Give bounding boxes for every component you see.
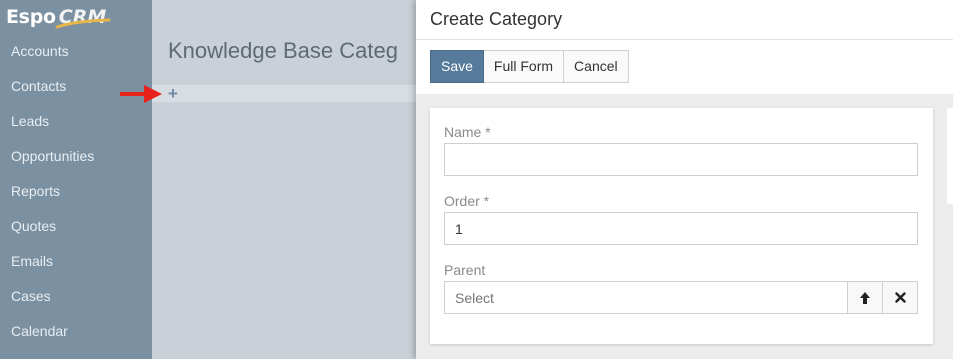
sidebar-item-quotes[interactable]: Quotes [0,209,152,244]
record-panel: Name * Order * Parent [430,108,933,344]
side-panel [947,108,953,204]
parent-select-button[interactable] [847,281,883,314]
order-label: Order * [444,193,490,209]
sidebar-item-accounts[interactable]: Accounts [0,34,152,69]
modal-button-group: Save Full Form Cancel [430,50,629,83]
create-category-modal: Create Category Save Full Form Cancel Na… [416,0,953,359]
sidebar-item-emails[interactable]: Emails [0,244,152,279]
annotation-arrow-icon [120,85,162,103]
sidebar-item-cases[interactable]: Cases [0,279,152,314]
category-toolbar: + [152,85,452,102]
save-button[interactable]: Save [430,50,484,83]
close-icon [894,292,906,303]
modal-title: Create Category [430,9,563,29]
order-field[interactable] [444,212,918,245]
sidebar-nav: Accounts Contacts Leads Opportunities Re… [0,34,152,349]
modal-button-bar: Save Full Form Cancel [416,40,953,94]
modal-header: Create Category [416,0,953,40]
sidebar-item-reports[interactable]: Reports [0,174,152,209]
app-logo[interactable]: Espo CRM [6,4,111,30]
parent-label: Parent [444,262,486,278]
page-title: Knowledge Base Categ [168,38,398,63]
sidebar-item-calendar[interactable]: Calendar [0,314,152,349]
sidebar-item-opportunities[interactable]: Opportunities [0,139,152,174]
plus-icon[interactable]: + [168,85,178,102]
logo-crm-text: CRM [55,6,111,29]
name-label: Name * [444,124,491,140]
name-field[interactable] [444,143,918,176]
logo-swoosh-icon [55,18,111,29]
sidebar-item-leads[interactable]: Leads [0,104,152,139]
arrow-up-icon [860,291,870,304]
cancel-button[interactable]: Cancel [564,50,629,83]
parent-field[interactable] [444,281,848,314]
parent-clear-button[interactable] [882,281,918,314]
full-form-button[interactable]: Full Form [483,50,565,83]
sidebar: Espo CRM Accounts Contacts Leads Opportu… [0,0,152,359]
logo-espo-text: Espo [6,6,56,28]
